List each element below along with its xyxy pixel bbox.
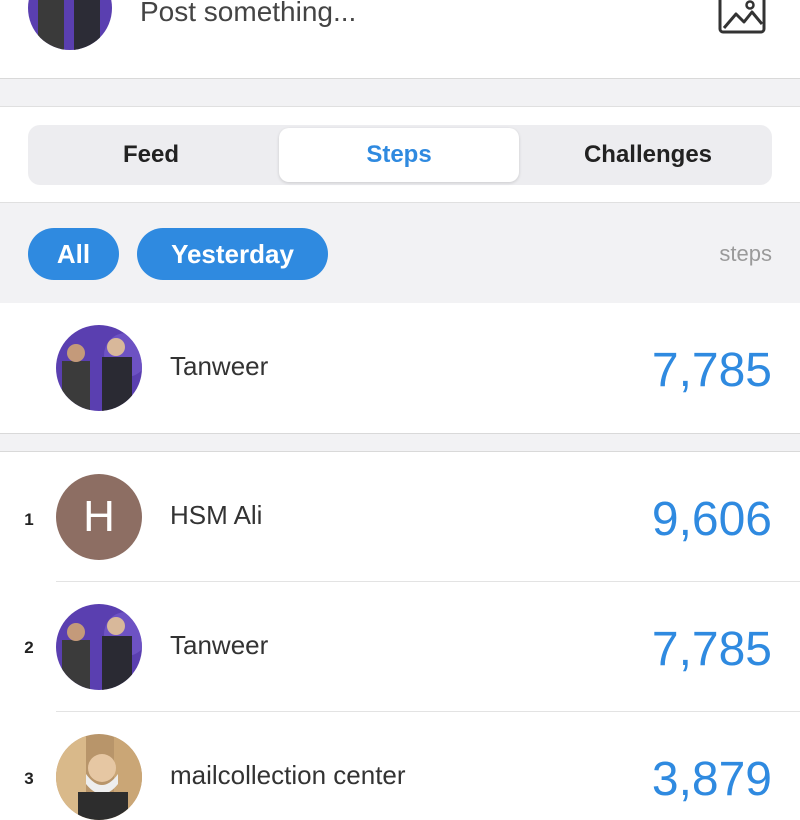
filter-row: All Yesterday steps [0,202,800,304]
rank-number: 1 [24,510,34,529]
steps-value: 9,606 [651,493,772,546]
tab-steps[interactable]: Steps [279,128,519,182]
avatar [56,604,142,690]
my-steps-row[interactable]: Tanweer 7,785 [0,303,800,434]
user-name: mailcollection center [170,760,406,790]
section-gap [0,434,800,452]
post-input-placeholder[interactable]: Post something... [140,0,356,32]
avatar: H [56,474,142,560]
photo-icon[interactable] [716,0,768,36]
steps-value: 7,785 [651,344,772,397]
avatar [56,325,142,411]
unit-label: steps [719,241,772,266]
tabs-bar: Feed Steps Challenges [0,107,800,202]
user-avatar [28,0,112,50]
rank-number: 2 [24,638,34,657]
tab-challenges[interactable]: Challenges [528,128,768,182]
steps-value: 7,785 [651,623,772,676]
user-name: HSM Ali [170,500,263,530]
avatar [56,734,142,820]
post-composer[interactable]: Post something... [0,0,800,79]
leaderboard-row[interactable]: 3 mailcollection center 3,879 [0,712,800,820]
leaderboard-row[interactable]: 2 Tanweer 7,785 [0,582,800,712]
rank-number: 3 [24,769,34,788]
section-gap [0,79,800,107]
user-name: Tanweer [170,630,269,660]
steps-value: 3,879 [651,753,772,806]
tab-feed[interactable]: Feed [31,128,271,182]
filter-yesterday-button[interactable]: Yesterday [137,228,328,280]
segmented-control: Feed Steps Challenges [28,125,772,185]
user-name: Tanweer [170,351,269,381]
leaderboard-row[interactable]: 1 H HSM Ali 9,606 [0,452,800,582]
filter-all-button[interactable]: All [28,228,119,280]
